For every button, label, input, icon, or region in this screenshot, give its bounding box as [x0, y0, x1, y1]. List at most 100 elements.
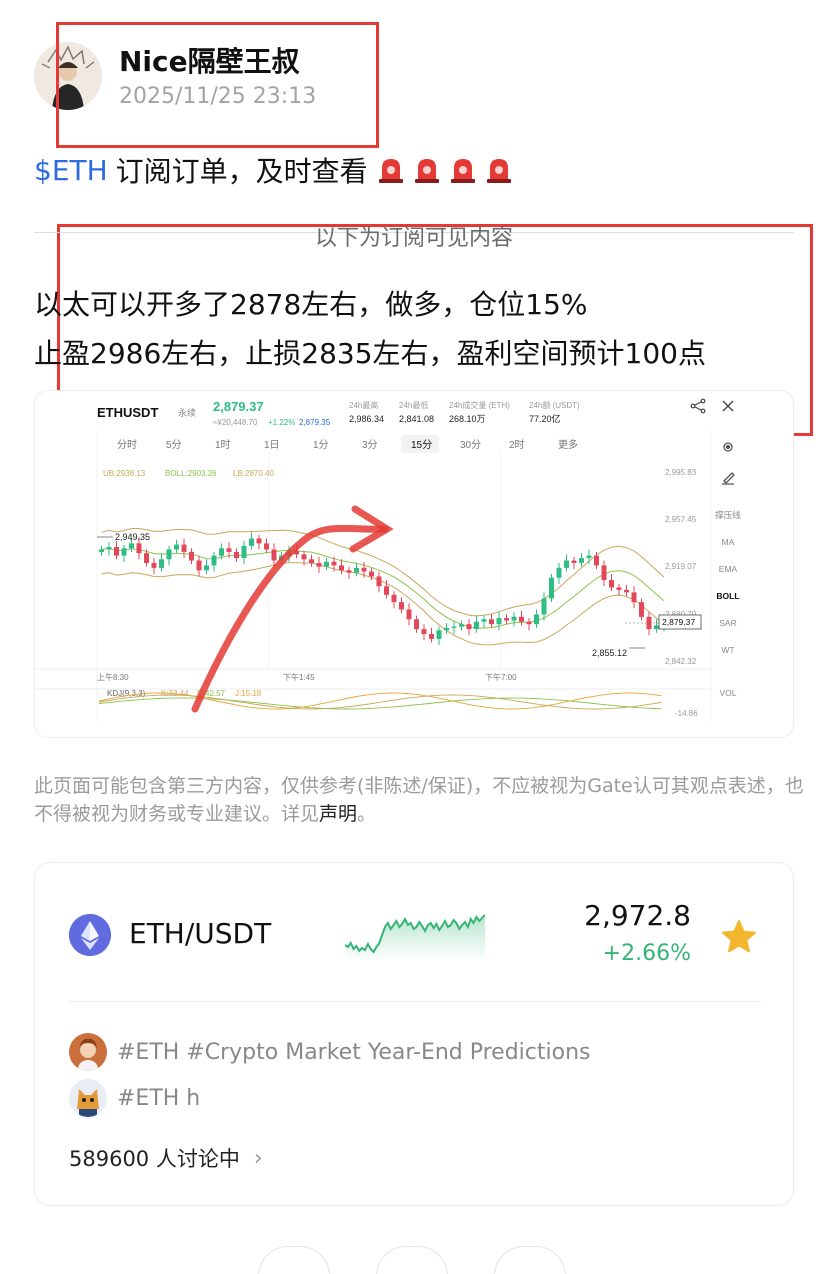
indicator-item[interactable]: EMA — [719, 564, 738, 574]
bottom-action-button-1[interactable] — [258, 1246, 330, 1274]
candle-body — [414, 619, 419, 630]
candle-body — [174, 544, 179, 550]
high-marker-label: 2,949.35 — [115, 532, 150, 542]
indicator-item[interactable]: MA — [722, 537, 735, 547]
candle-body — [534, 614, 539, 625]
candle-body — [196, 560, 202, 571]
bottom-action-button-2[interactable] — [376, 1246, 448, 1274]
settings-icon[interactable] — [723, 442, 733, 452]
market-card[interactable]: ETH/USDT 2,972.8 +2.66% #ETH #Crypto Mar… — [34, 862, 794, 1206]
chart-symbol: ETHUSDT — [97, 405, 158, 420]
x-tick-label: 下午1:45 — [283, 672, 315, 682]
candle-body — [549, 577, 554, 599]
timeframe-tab[interactable]: 2时 — [509, 439, 525, 451]
candle-body — [399, 602, 404, 610]
edit-icon[interactable] — [722, 472, 735, 485]
favorite-star-icon[interactable] — [721, 919, 757, 955]
candle-body — [511, 616, 517, 621]
candle-body — [369, 571, 374, 577]
candle-body — [114, 547, 119, 556]
candle-body — [159, 559, 164, 568]
candle-body — [219, 548, 224, 556]
post-timestamp: 2025/11/25 23:13 — [119, 84, 317, 109]
post-title: $ETH 订阅订单，及时查看 — [34, 150, 512, 190]
chevron-right-icon: › — [253, 1145, 263, 1171]
chart-mark-price: 2,879.35 — [299, 418, 331, 427]
statement-link[interactable]: 声明 — [319, 803, 357, 825]
candle-body — [226, 548, 232, 552]
topic-item[interactable]: #ETH h — [69, 1079, 200, 1117]
y-axis-ticks: 2,995.832,957.452,919.072,880.702,842.32 — [665, 468, 697, 666]
stat-label: 24h额 (USDT) — [529, 400, 580, 410]
timeframe-tab[interactable]: 更多 — [558, 438, 578, 451]
pair-name[interactable]: ETH/USDT — [129, 917, 271, 950]
topic-item[interactable]: #ETH #Crypto Market Year-End Predictions — [69, 1033, 591, 1071]
timeframe-tab[interactable]: 1日 — [264, 440, 280, 451]
timeframe-tab[interactable]: 15分 — [411, 439, 432, 451]
x-tick-label: 上午8:30 — [97, 672, 129, 682]
candle-body — [624, 589, 629, 593]
kdj-j-legend: J:15.18 — [235, 689, 262, 698]
candle-body — [301, 554, 307, 560]
topic-text: #ETH #Crypto Market Year-End Predictions — [117, 1039, 591, 1065]
siren-icon — [414, 156, 440, 184]
author-avatar[interactable] — [34, 42, 102, 110]
indicator-item[interactable]: BOLL — [716, 591, 739, 601]
candle-body — [594, 555, 599, 566]
discussion-count: 589600 人讨论中 — [69, 1147, 240, 1171]
y-tick-label: 2,919.07 — [665, 562, 697, 571]
candle-body — [339, 565, 344, 571]
candle-body — [481, 619, 487, 622]
indicator-item[interactable]: VOL — [719, 688, 736, 698]
candle-body — [429, 633, 434, 639]
indicator-item[interactable]: SAR — [719, 618, 736, 628]
timeframe-tab[interactable]: 30分 — [460, 439, 481, 451]
timeframe-tab[interactable]: 分时 — [117, 439, 137, 451]
discussion-count-link[interactable]: 589600 人讨论中 › — [69, 1143, 263, 1173]
author-name[interactable]: Nice隔壁王叔 — [119, 40, 300, 80]
candle-body — [136, 543, 142, 554]
candle-body — [249, 538, 254, 546]
close-icon[interactable] — [722, 400, 734, 412]
candle-body — [631, 592, 637, 603]
timeframe-tab[interactable]: 3分 — [362, 439, 378, 451]
kdj-lines — [98, 692, 662, 710]
low-marker-label: 2,855.12 — [592, 648, 627, 658]
share-icon[interactable] — [690, 398, 706, 414]
timeframe-tab[interactable]: 5分 — [166, 439, 182, 451]
topic-avatar — [69, 1033, 107, 1071]
candle-body — [166, 549, 172, 560]
disclaimer-text: 此页面可能包含第三方内容，仅供参考(非陈述/保证)，不应被视为Gate认可其观点… — [34, 775, 804, 825]
bottom-action-button-3[interactable] — [494, 1246, 566, 1274]
eth-tag-link[interactable]: $ETH — [34, 154, 108, 187]
candle-body — [391, 594, 397, 603]
candle-body — [234, 551, 239, 559]
candle-body — [271, 549, 277, 561]
candle-body — [466, 624, 472, 630]
candle-body — [519, 616, 524, 622]
card-divider — [69, 1001, 761, 1002]
candle-body — [324, 561, 329, 567]
chart-change-pct: +1.22% — [268, 418, 295, 427]
pair-price: 2,972.8 — [584, 899, 691, 932]
candle-body — [421, 629, 427, 634]
candle-body — [496, 618, 502, 625]
embedded-chart-image[interactable]: ETHUSDT 永续 2,879.37 ≈¥20,448.70 +1.22% 2… — [34, 390, 794, 738]
candle-body — [331, 561, 337, 566]
x-tick-label: 下午7:00 — [485, 672, 517, 682]
indicator-item[interactable]: WT — [721, 645, 734, 655]
post-title-text: 订阅订单，及时查看 — [115, 155, 368, 188]
candle-body — [504, 618, 509, 621]
indicator-item[interactable]: 撑压线 — [715, 510, 741, 520]
candle-body — [376, 576, 382, 587]
subscriber-divider: 以下为订阅可见内容 — [34, 220, 794, 251]
stat-value: 2,986.34 — [349, 414, 384, 424]
candle-body — [474, 621, 479, 630]
candle-body — [151, 562, 157, 568]
stat-value: 268.10万 — [449, 414, 486, 424]
topic-avatar — [69, 1079, 107, 1117]
timeframe-tab[interactable]: 1时 — [215, 439, 231, 451]
candle-body — [144, 553, 149, 563]
chart-last-price: 2,879.37 — [213, 399, 264, 414]
timeframe-tab[interactable]: 1分 — [313, 439, 329, 451]
